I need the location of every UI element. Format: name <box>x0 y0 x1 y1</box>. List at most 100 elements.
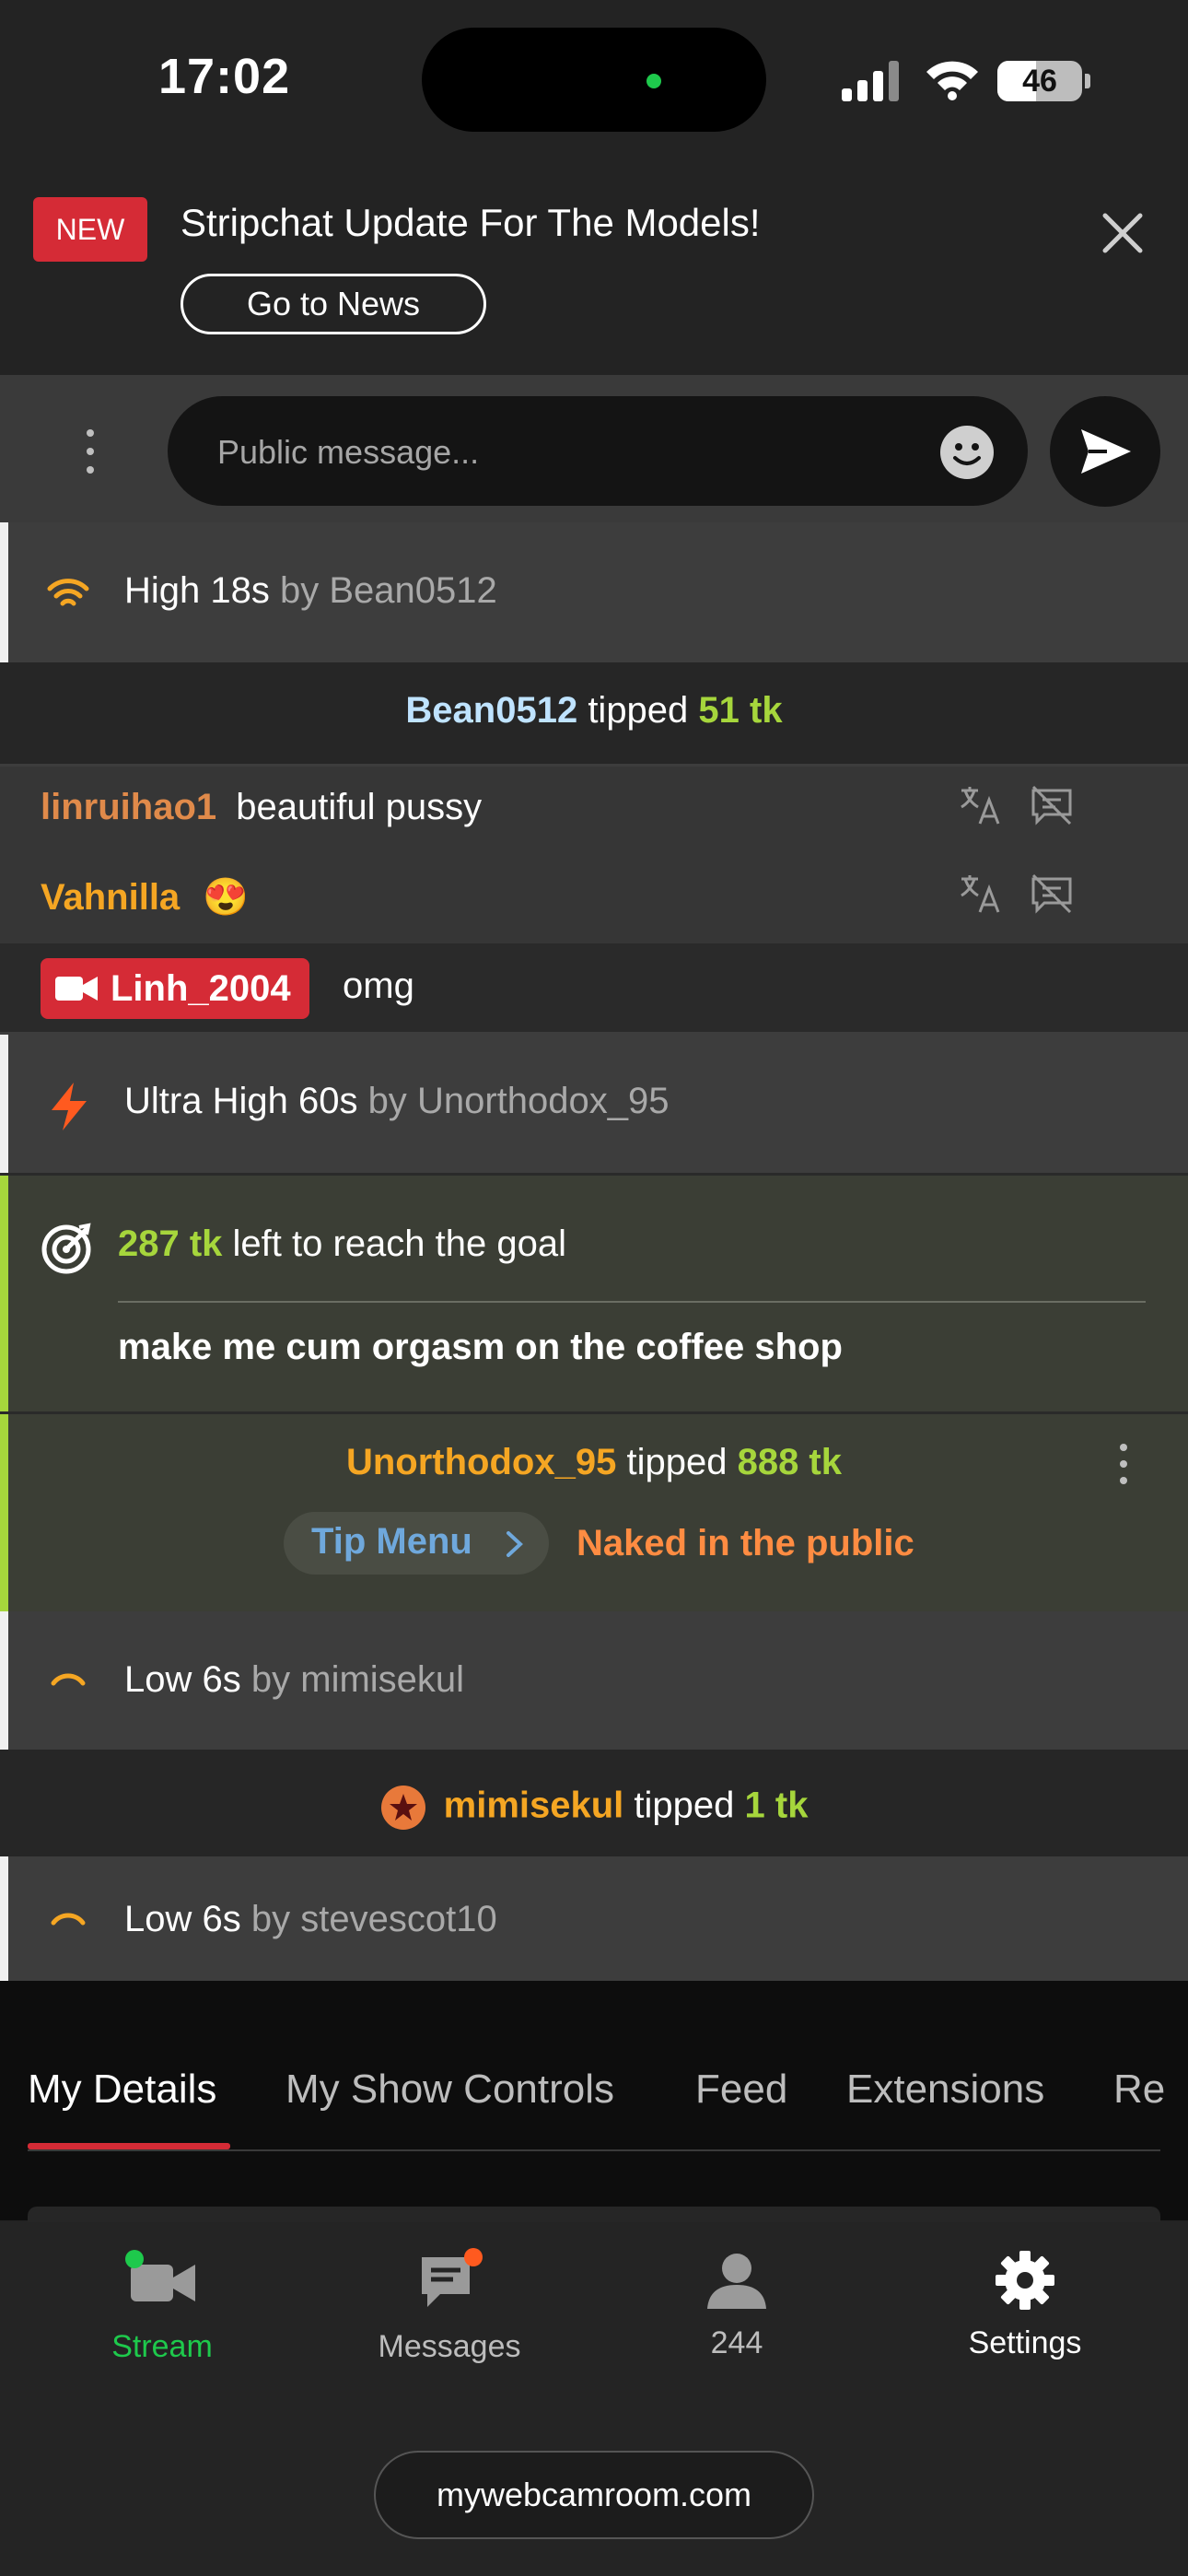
tab-re[interactable]: Re <box>1113 2067 1165 2113</box>
public-message-field[interactable] <box>168 396 1028 508</box>
tipped-label: tipped <box>626 1442 728 1482</box>
wave-high-icon <box>47 579 89 606</box>
row-accent <box>0 1611 8 1750</box>
go-to-news-button[interactable]: Go to News <box>181 274 486 334</box>
tip-menu-item: Naked in the public <box>577 1523 914 1563</box>
tab-divider <box>28 2149 1160 2151</box>
user-icon <box>707 2254 766 2309</box>
domain-pill[interactable]: mywebcamroom.com <box>374 2451 814 2539</box>
tip-amount: 888 tk <box>737 1442 842 1482</box>
by-label: by <box>367 1081 407 1121</box>
username[interactable]: linruihao1 <box>41 787 216 827</box>
new-badge: NEW <box>33 197 147 262</box>
goal-subtitle: make me cum orgasm on the coffee shop <box>118 1327 843 1367</box>
chat-messages-group: linruihao1 beautiful pussy Vahnilla 😍 <box>0 767 1188 943</box>
tipped-label: tipped <box>588 690 689 731</box>
tip-amount: 1 tk <box>744 1785 809 1826</box>
more-options-icon[interactable] <box>1120 1444 1131 1484</box>
send-button[interactable] <box>1050 396 1160 507</box>
dynamic-island <box>422 28 766 132</box>
camera-icon <box>55 977 98 1001</box>
translate-icon[interactable] <box>958 783 1002 827</box>
cellular-signal-icon <box>842 61 899 101</box>
goal-text: left to reach the goal <box>232 1224 567 1264</box>
goal-amount: 287 tk <box>118 1224 223 1264</box>
star-badge-icon <box>380 1786 425 1830</box>
goal-divider <box>118 1301 1146 1303</box>
nav-messages-label: Messages <box>378 2329 521 2364</box>
username[interactable]: Bean0512 <box>329 570 496 611</box>
tab-my-details[interactable]: My Details <box>28 2067 216 2113</box>
translate-icon[interactable] <box>958 872 1002 916</box>
username[interactable]: mimisekul <box>444 1786 624 1826</box>
battery-tip <box>1085 74 1090 88</box>
lovense-event-row: High 18s by Bean0512 <box>0 522 1188 662</box>
hide-message-icon[interactable] <box>1030 783 1074 827</box>
vibration-level: Low 6s <box>124 1899 241 1939</box>
tip-row: mimisekul tipped 1 tk <box>0 1750 1188 1856</box>
message-text: beautiful pussy <box>236 787 483 827</box>
message-text: omg <box>343 966 414 1006</box>
row-accent <box>0 1856 8 1981</box>
model-message-row: Linh_2004 omg <box>0 943 1188 1032</box>
hide-message-icon[interactable] <box>1030 872 1074 916</box>
tipped-label: tipped <box>634 1785 735 1826</box>
lovense-event-row: Ultra High 60s by Unorthodox_95 <box>0 1035 1188 1173</box>
news-title: Stripchat Update For The Models! <box>181 201 761 244</box>
model-badge[interactable]: Linh_2004 <box>41 958 309 1019</box>
by-label: by <box>280 570 320 611</box>
chevron-right-icon <box>507 1531 523 1557</box>
lovense-event-row: Low 6s by mimisekul <box>0 1611 1188 1750</box>
username[interactable]: Unorthodox_95 <box>346 1442 616 1482</box>
row-accent <box>0 522 8 662</box>
tip-menu-block: Unorthodox_95 tipped 888 tk Tip Menu Nak… <box>0 1414 1188 1611</box>
camera-indicator-icon <box>646 74 661 88</box>
lightning-icon <box>52 1083 87 1130</box>
wave-low-icon <box>51 1913 86 1926</box>
by-label: by <box>250 1899 291 1939</box>
tip-row: Bean0512 tipped 51 tk <box>0 662 1188 764</box>
username[interactable]: Bean0512 <box>405 690 577 731</box>
username[interactable]: Unorthodox_95 <box>417 1081 670 1121</box>
goal-block: 287 tk left to reach the goal make me cu… <box>0 1176 1188 1411</box>
vibration-level: High 18s <box>124 570 270 611</box>
by-label: by <box>250 1659 291 1700</box>
more-options-icon[interactable] <box>79 429 101 485</box>
row-accent <box>0 1035 8 1173</box>
active-tab-indicator <box>28 2143 230 2149</box>
vibration-level: Ultra High 60s <box>124 1081 358 1121</box>
send-icon <box>1081 429 1131 474</box>
tab-extensions[interactable]: Extensions <box>846 2067 1044 2113</box>
close-icon[interactable] <box>1092 203 1153 263</box>
message-emoji: 😍 <box>203 877 250 918</box>
video-camera-icon <box>125 2250 195 2301</box>
goal-accent <box>0 1176 8 1411</box>
model-username: Linh_2004 <box>111 968 291 1009</box>
nav-stream[interactable]: Stream <box>52 2248 273 2364</box>
gear-icon <box>996 2251 1054 2310</box>
news-banner <box>0 161 1188 375</box>
wifi-icon <box>926 61 978 100</box>
nav-messages[interactable]: Messages <box>339 2248 560 2364</box>
emoji-icon[interactable] <box>939 425 995 480</box>
nav-stream-label: Stream <box>111 2329 213 2364</box>
messages-icon <box>422 2248 483 2307</box>
lovense-event-row: Low 6s by stevescot10 <box>0 1856 1188 1981</box>
username[interactable]: Vahnilla <box>41 877 180 918</box>
tab-feed[interactable]: Feed <box>695 2067 787 2113</box>
battery-percent: 46 <box>1022 64 1057 99</box>
tip-menu-label: Tip Menu <box>311 1521 472 1562</box>
username[interactable]: stevescot10 <box>300 1899 496 1939</box>
username[interactable]: mimisekul <box>300 1659 464 1700</box>
viewer-count: 244 <box>710 2325 763 2360</box>
nav-settings[interactable]: Settings <box>914 2248 1136 2360</box>
target-icon <box>41 1223 91 1274</box>
wave-low-icon <box>51 1673 86 1686</box>
nav-viewers[interactable]: 244 <box>626 2248 847 2360</box>
tip-menu-button[interactable]: Tip Menu <box>284 1512 549 1575</box>
tip-amount: 51 tk <box>698 690 783 731</box>
tab-my-show-controls[interactable]: My Show Controls <box>285 2067 614 2113</box>
public-message-input[interactable] <box>215 396 919 508</box>
vibration-level: Low 6s <box>124 1659 241 1700</box>
nav-settings-label: Settings <box>968 2325 1082 2360</box>
